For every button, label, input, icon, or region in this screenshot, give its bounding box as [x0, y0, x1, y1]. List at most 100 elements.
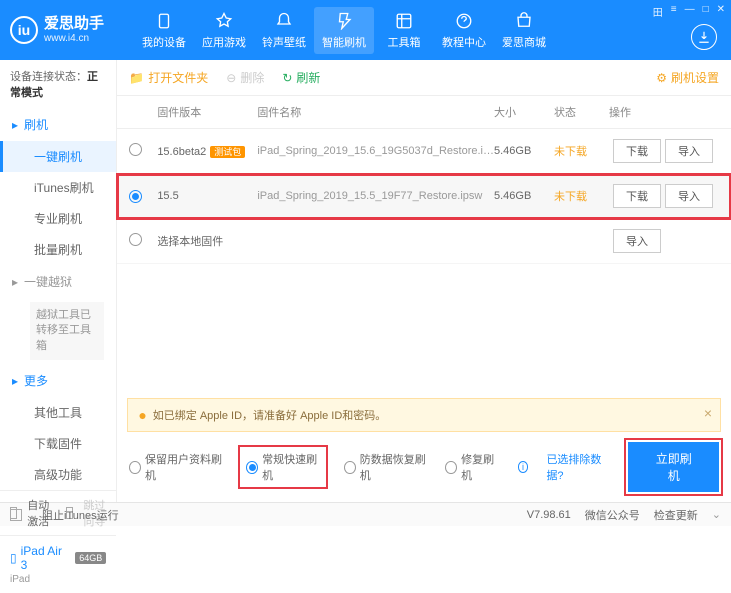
flash-small-icon: ▸: [12, 118, 18, 132]
mode-radio[interactable]: [445, 461, 457, 474]
sidebar-item-0-3[interactable]: 批量刷机: [0, 234, 116, 265]
info-icon[interactable]: i: [518, 461, 529, 473]
lock-icon: ▸: [12, 275, 18, 289]
version-label: V7.98.61: [527, 509, 571, 521]
firmware-status: 未下载: [554, 188, 609, 204]
import-button[interactable]: 导入: [665, 139, 713, 163]
maximize-button[interactable]: □: [703, 4, 709, 19]
flash-mode-3[interactable]: 修复刷机: [445, 451, 499, 483]
nav-flash[interactable]: 智能刷机: [314, 7, 374, 54]
delete-button[interactable]: ⊖ 删除: [226, 69, 264, 86]
app-logo: iu 爱思助手 www.i4.cn: [10, 15, 104, 45]
nav-label: 智能刷机: [322, 34, 366, 50]
local-import-button[interactable]: 导入: [613, 229, 661, 253]
refresh-icon: ↻: [282, 71, 292, 85]
flash-settings-button[interactable]: ⚙ 刷机设置: [656, 69, 719, 86]
nav-help[interactable]: 教程中心: [434, 7, 494, 54]
titlebar: iu 爱思助手 www.i4.cn 我的设备应用游戏铃声壁纸智能刷机 工具箱 教程中…: [0, 0, 731, 60]
mode-radio[interactable]: [246, 461, 258, 474]
nav-ring[interactable]: 铃声壁纸: [254, 7, 314, 54]
flash-mode-2[interactable]: 防数据恢复刷机: [344, 451, 427, 483]
exclude-data-link[interactable]: 已选排除数据?: [546, 451, 610, 483]
warning-text: 如已绑定 Apple ID，请准备好 Apple ID和密码。: [153, 407, 387, 423]
sidebar-item-0-1[interactable]: iTunes刷机: [0, 172, 116, 203]
firmware-version: 15.6beta2测试包: [157, 145, 257, 158]
logo-icon: iu: [10, 16, 38, 44]
firmware-name: iPad_Spring_2019_15.5_19F77_Restore.ipsw: [257, 190, 494, 202]
toolbar: 📁 打开文件夹 ⊖ 删除 ↻ 刷新 ⚙ 刷机设置: [117, 60, 731, 96]
open-folder-button[interactable]: 📁 打开文件夹: [129, 69, 208, 86]
download-button[interactable]: 下载: [613, 139, 661, 163]
nav-label: 教程中心: [442, 34, 486, 50]
window-controls: 田 ≡ — □ ✕: [653, 4, 725, 19]
nav-device[interactable]: 我的设备: [134, 7, 194, 54]
nav-label: 我的设备: [142, 34, 186, 50]
device-name: iPad Air 3: [21, 544, 72, 572]
check-update-link[interactable]: 检查更新: [654, 507, 698, 523]
block-itunes-checkbox[interactable]: [10, 509, 22, 521]
connection-status: 设备连接状态：正常模式: [0, 60, 116, 108]
firmware-version: 15.5: [157, 190, 257, 202]
local-firmware-row[interactable]: 选择本地固件 导入: [117, 219, 731, 264]
flash-mode-bar: 保留用户资料刷机常规快速刷机防数据恢复刷机修复刷机 i 已选排除数据? 立即刷机: [117, 432, 731, 502]
nav-label: 爱思商城: [502, 34, 546, 50]
apple-id-warning: ● 如已绑定 Apple ID，请准备好 Apple ID和密码。 ×: [127, 398, 721, 432]
block-itunes-label: 阻止iTunes运行: [42, 507, 119, 523]
local-firmware-radio[interactable]: [129, 233, 142, 246]
sidebar: 设备连接状态：正常模式 ▸刷机一键刷机iTunes刷机专业刷机批量刷机▸一键越狱…: [0, 60, 117, 502]
refresh-button[interactable]: ↻ 刷新: [282, 69, 320, 86]
flash-now-button[interactable]: 立即刷机: [628, 442, 719, 492]
help-icon: [454, 11, 474, 31]
sidebar-item-2-0[interactable]: 其他工具: [0, 397, 116, 428]
device-type: iPad: [10, 574, 106, 585]
nav-app[interactable]: 应用游戏: [194, 7, 254, 54]
firmware-size: 5.46GB: [494, 190, 554, 202]
header-status[interactable]: 状态: [554, 104, 609, 120]
header-size[interactable]: 大小: [494, 104, 554, 120]
nav-tools[interactable]: 工具箱: [374, 7, 434, 54]
more-icon: ▸: [12, 374, 18, 388]
sidebar-item-0-0[interactable]: 一键刷机: [0, 141, 116, 172]
side-group-1[interactable]: ▸一键越狱: [0, 265, 116, 298]
ring-icon: [274, 11, 294, 31]
nav-shop[interactable]: 爱思商城: [494, 7, 554, 54]
firmware-table-header: 固件版本 固件名称 大小 状态 操作: [117, 96, 731, 129]
close-button[interactable]: ✕: [717, 4, 725, 19]
header-ops: 操作: [609, 104, 719, 120]
side-note: 越狱工具已转移至工具箱: [30, 302, 104, 360]
firmware-radio[interactable]: [129, 190, 142, 203]
header-name[interactable]: 固件名称: [257, 104, 494, 120]
sidebar-item-2-1[interactable]: 下载固件: [0, 428, 116, 459]
device-card[interactable]: ▯ iPad Air 3 64GB iPad: [0, 535, 116, 593]
firmware-name: iPad_Spring_2019_15.6_19G5037d_Restore.i…: [257, 145, 494, 157]
mode-radio[interactable]: [129, 461, 141, 474]
flash-mode-1[interactable]: 常规快速刷机: [240, 447, 326, 487]
import-button[interactable]: 导入: [665, 184, 713, 208]
download-button[interactable]: 下载: [613, 184, 661, 208]
tools-icon: [394, 11, 414, 31]
nav-label: 工具箱: [388, 34, 421, 50]
chevron-down-icon[interactable]: ⌄: [712, 508, 721, 521]
nav-label: 应用游戏: [202, 34, 246, 50]
content-area: 📁 打开文件夹 ⊖ 删除 ↻ 刷新 ⚙ 刷机设置 固件版本 固件名称 大小 状态…: [117, 60, 731, 502]
header-version[interactable]: 固件版本: [157, 104, 257, 120]
menu-button[interactable]: ≡: [671, 4, 677, 19]
wechat-link[interactable]: 微信公众号: [585, 507, 640, 523]
grid-button[interactable]: 田: [653, 4, 663, 19]
mode-radio[interactable]: [344, 461, 356, 474]
firmware-size: 5.46GB: [494, 145, 554, 157]
firmware-row[interactable]: 15.6beta2测试包 iPad_Spring_2019_15.6_19G50…: [117, 129, 731, 174]
shop-icon: [514, 11, 534, 31]
app-title: 爱思助手: [44, 15, 104, 33]
side-group-2[interactable]: ▸更多: [0, 364, 116, 397]
firmware-row[interactable]: 15.5 iPad_Spring_2019_15.5_19F77_Restore…: [117, 174, 731, 219]
download-manager-button[interactable]: [691, 24, 717, 50]
sidebar-item-0-2[interactable]: 专业刷机: [0, 203, 116, 234]
firmware-radio[interactable]: [129, 143, 142, 156]
sidebar-item-2-2[interactable]: 高级功能: [0, 459, 116, 490]
device-icon: [154, 11, 174, 31]
minimize-button[interactable]: —: [685, 4, 695, 19]
side-group-0[interactable]: ▸刷机: [0, 108, 116, 141]
warning-close-button[interactable]: ×: [704, 405, 712, 421]
flash-mode-0[interactable]: 保留用户资料刷机: [129, 451, 222, 483]
